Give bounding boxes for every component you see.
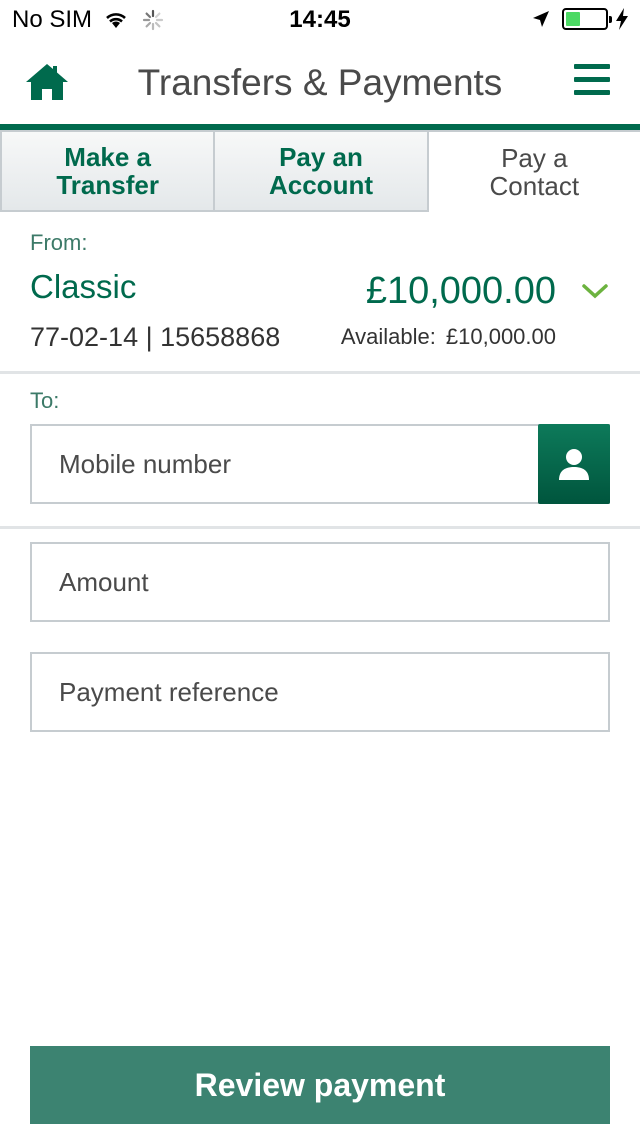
payment-reference-input[interactable] <box>32 654 608 730</box>
battery-icon <box>562 8 612 30</box>
status-bar: No SIM 14:45 <box>0 0 640 40</box>
charging-bolt-icon <box>616 8 628 30</box>
section-divider <box>0 526 640 529</box>
available-label: Available: <box>340 324 436 349</box>
tab-make-a-transfer[interactable]: Make a Transfer <box>0 130 216 212</box>
tab-pay-an-account[interactable]: Pay an Account <box>215 130 429 212</box>
chevron-down-icon[interactable] <box>580 280 610 302</box>
available-amount: £10,000.00 <box>445 324 556 349</box>
status-right <box>532 8 628 30</box>
amount-field <box>30 542 610 622</box>
account-name[interactable]: Classic <box>30 268 136 306</box>
payment-reference-field <box>30 652 610 732</box>
from-label: From: <box>30 230 88 255</box>
contacts-button[interactable] <box>538 424 610 504</box>
location-arrow-icon <box>533 11 549 27</box>
contact-person-icon <box>559 449 589 480</box>
sort-code-account-number: 77-02-14 | 15658868 <box>30 322 281 352</box>
page-title: Transfers & Payments <box>137 62 503 103</box>
section-divider <box>0 371 640 374</box>
available-balance: Available: £10,000.00 <box>341 324 556 350</box>
payment-tabs: Make a Transfer Pay an Account Pay a Con… <box>0 130 640 212</box>
mobile-number-field <box>30 424 610 504</box>
amount-input[interactable] <box>32 544 608 620</box>
to-label: To: <box>30 388 60 413</box>
mobile-number-input[interactable] <box>32 426 608 502</box>
account-balance[interactable]: £10,000.00 <box>366 270 556 313</box>
app-header: Transfers & Payments <box>0 40 640 124</box>
review-payment-button[interactable]: Review payment <box>30 1046 610 1124</box>
tab-pay-a-contact[interactable]: Pay a Contact <box>428 130 640 212</box>
menu-icon[interactable] <box>574 64 610 98</box>
